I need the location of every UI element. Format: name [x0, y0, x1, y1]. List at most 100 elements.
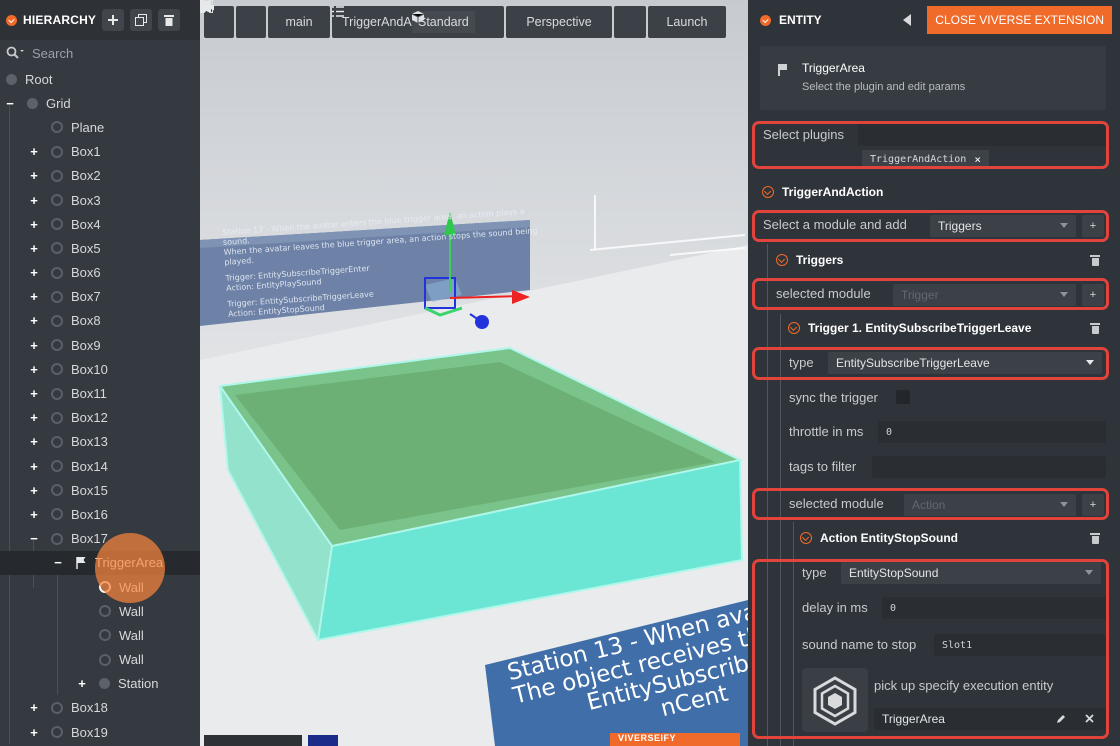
tree-item-label: Box17 [71, 531, 108, 547]
viverseify-button[interactable]: VIVERSEIFY [618, 733, 676, 743]
expand-icon[interactable]: + [27, 507, 41, 522]
close-viverse-extension-button[interactable]: CLOSE VIVERSE EXTENSION [927, 6, 1112, 34]
hierarchy-search[interactable]: Search [0, 40, 200, 66]
scene-mode-button[interactable]: TriggerAndAction Standard [332, 6, 504, 38]
cube-icon [412, 11, 424, 23]
box-entity-icon [51, 532, 63, 545]
pencil-icon[interactable] [1056, 714, 1066, 724]
box-entity-icon [51, 194, 63, 207]
tree-item[interactable]: Root [0, 67, 200, 91]
action-title: Action EntityStopSound [820, 531, 958, 545]
hierarchy-title: HIERARCHY [23, 13, 97, 27]
duplicate-entity-button[interactable] [130, 9, 153, 31]
tree-item[interactable]: + Box18 [0, 696, 200, 720]
tree-item-label: Box3 [71, 192, 101, 208]
expand-icon[interactable]: + [27, 700, 41, 715]
expand-icon[interactable]: + [75, 676, 89, 691]
tree-item[interactable]: + Box19 [0, 720, 200, 744]
launch-button[interactable]: Launch [200, 0, 726, 38]
settings-button[interactable] [200, 0, 266, 38]
tree-item[interactable]: + Box16 [0, 502, 200, 526]
plugin-select-input[interactable] [858, 124, 1106, 146]
remove-chip-icon[interactable]: × [974, 153, 981, 166]
expand-icon[interactable]: + [27, 410, 41, 425]
collapse-icon[interactable]: − [27, 531, 41, 546]
collapse-circle-icon[interactable] [6, 14, 17, 26]
fullscreen-button[interactable] [200, 0, 646, 38]
trigger-type-value: EntitySubscribeTriggerLeave [836, 356, 990, 370]
add-action-button[interactable]: + [1082, 494, 1104, 516]
tree-item[interactable]: Wall [0, 599, 200, 623]
tree-item[interactable]: + Box13 [0, 430, 200, 454]
tree-item[interactable]: + Box10 [0, 357, 200, 381]
branch-button[interactable]: main [200, 0, 330, 38]
camera-button[interactable]: Perspective [200, 0, 612, 38]
tree-item[interactable]: − Box17 [0, 527, 200, 551]
collapse-circle-icon[interactable] [760, 14, 771, 26]
trash-icon[interactable] [1090, 532, 1100, 544]
sound-name-input[interactable]: Slot1 [934, 634, 1106, 656]
triggers-section-header[interactable]: Triggers [776, 253, 843, 267]
collapse-icon[interactable]: − [51, 555, 65, 570]
search-input[interactable]: Search [32, 46, 73, 61]
module-add-select[interactable]: Triggers [930, 215, 1076, 237]
sync-trigger-checkbox[interactable] [896, 390, 910, 404]
tree-item[interactable]: + Box4 [0, 212, 200, 236]
expand-icon[interactable]: + [27, 144, 41, 159]
expand-icon[interactable]: + [27, 483, 41, 498]
close-icon[interactable] [1085, 714, 1094, 723]
expand-icon[interactable]: + [27, 193, 41, 208]
trigger-type-select[interactable]: EntitySubscribeTriggerLeave [828, 352, 1102, 374]
tree-item[interactable]: + Box3 [0, 188, 200, 212]
trigger-module-select[interactable]: Trigger [893, 284, 1076, 306]
delete-entity-button[interactable] [158, 9, 181, 31]
tree-item[interactable]: + Box11 [0, 381, 200, 405]
tags-filter-input[interactable] [872, 456, 1106, 478]
scene-viewport[interactable]: Station 17 - When the avatar enters the … [200, 0, 748, 746]
tree-item[interactable]: + Box7 [0, 285, 200, 309]
tree-item[interactable]: + Box8 [0, 309, 200, 333]
action-header[interactable]: Action EntityStopSound [800, 531, 958, 545]
expand-icon[interactable]: + [27, 265, 41, 280]
triangle-left-icon[interactable] [903, 14, 912, 26]
trigger-1-header[interactable]: Trigger 1. EntitySubscribeTriggerLeave [788, 321, 1031, 335]
tree-item[interactable]: Plane [0, 115, 200, 139]
trash-icon[interactable] [1090, 322, 1100, 334]
expand-icon[interactable]: + [27, 217, 41, 232]
tree-item[interactable]: − Grid [0, 91, 200, 115]
add-entity-button[interactable] [102, 9, 125, 31]
expand-icon[interactable]: + [27, 313, 41, 328]
expand-icon[interactable]: + [27, 289, 41, 304]
mode-toggle[interactable]: Standard [412, 11, 475, 33]
tree-item[interactable]: + Box14 [0, 454, 200, 478]
trash-icon[interactable] [1090, 254, 1100, 266]
trigger-selected-module-label: selected module [776, 286, 871, 301]
execution-entity-field[interactable]: TriggerArea [874, 708, 1106, 730]
action-module-select[interactable]: Action [904, 494, 1076, 516]
add-trigger-button[interactable]: + [1082, 284, 1104, 306]
throttle-input[interactable]: 0 [878, 421, 1106, 443]
expand-icon[interactable]: + [27, 434, 41, 449]
tree-item[interactable]: + Box15 [0, 478, 200, 502]
tree-item[interactable]: + Box9 [0, 333, 200, 357]
expand-icon[interactable]: + [27, 168, 41, 183]
expand-icon[interactable]: + [27, 386, 41, 401]
expand-icon[interactable]: + [27, 338, 41, 353]
action-type-select[interactable]: EntityStopSound [841, 562, 1101, 584]
delay-input[interactable]: 0 [882, 597, 1106, 619]
tree-item[interactable]: Wall [0, 623, 200, 647]
expand-icon[interactable]: + [27, 459, 41, 474]
tree-item[interactable]: + Box5 [0, 236, 200, 260]
tree-item[interactable]: Wall [0, 648, 200, 672]
add-module-button[interactable]: + [1082, 215, 1104, 237]
tree-item[interactable]: + Box12 [0, 406, 200, 430]
tree-item[interactable]: + Box6 [0, 261, 200, 285]
expand-icon[interactable]: + [27, 241, 41, 256]
tree-item[interactable]: + Box1 [0, 140, 200, 164]
collapse-icon[interactable]: − [3, 96, 17, 111]
tree-item[interactable]: + Box2 [0, 164, 200, 188]
plugin-section-header[interactable]: TriggerAndAction [762, 185, 883, 199]
tree-item[interactable]: + Station [0, 672, 200, 696]
expand-icon[interactable]: + [27, 725, 41, 740]
expand-icon[interactable]: + [27, 362, 41, 377]
